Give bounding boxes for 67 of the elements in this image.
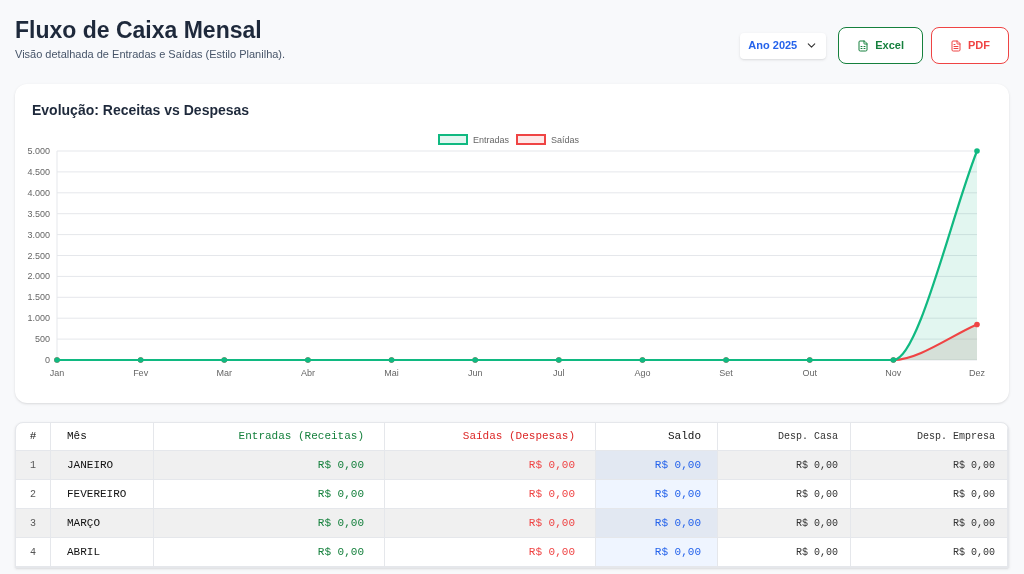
y-axis-label: 0 — [45, 355, 50, 365]
column-header: Desp. Empresa — [851, 423, 1008, 450]
legend-item[interactable]: Entradas — [438, 134, 510, 145]
table-cell: MARÇO — [51, 509, 154, 537]
table-cell: R$ 0,00 — [718, 480, 851, 508]
table-cell: ABRIL — [51, 538, 154, 566]
y-axis-label: 1.500 — [27, 292, 50, 303]
y-axis-label: 3.500 — [27, 208, 50, 219]
x-axis-label: Jul — [553, 368, 565, 378]
y-axis-label: 4.500 — [27, 166, 50, 177]
table-cell: R$ 0,00 — [596, 480, 718, 508]
x-axis-label: Mai — [384, 368, 399, 378]
x-axis-label: Ago — [634, 368, 651, 378]
document-icon — [950, 39, 962, 52]
y-axis-label: 2.000 — [27, 271, 50, 282]
chart-title: Evolução: Receitas vs Despesas — [32, 101, 251, 120]
x-axis-label: Jun — [467, 368, 483, 378]
page-title: Fluxo de Caixa Mensal — [15, 16, 263, 44]
legend-label: Saídas — [551, 135, 580, 145]
table-cell: R$ 0,00 — [154, 509, 385, 537]
table-cell: R$ 0,00 — [718, 509, 851, 537]
column-header: Saldo — [596, 423, 718, 450]
page-subtitle: Visão detalhada de Entradas e Saídas (Estilo Planilha). — [15, 47, 286, 62]
table-cell: FEVEREIRO — [51, 480, 154, 508]
table-cell: R$ 0,00 — [851, 509, 1008, 537]
table-cell: JANEIRO — [51, 451, 154, 479]
excel-button[interactable]: Excel — [838, 27, 923, 64]
x-axis-label: Dez — [969, 368, 985, 378]
table-cell: R$ 0,00 — [596, 509, 718, 537]
table-cell: 3 — [16, 509, 51, 537]
table-cell: R$ 0,00 — [851, 480, 1008, 508]
table-cell: R$ 0,00 — [718, 451, 851, 479]
data-point — [974, 148, 980, 154]
column-header: # — [16, 423, 51, 450]
column-header: Entradas (Receitas) — [154, 423, 385, 450]
x-axis-label: Set — [719, 368, 733, 378]
y-axis-label: 3.000 — [27, 229, 50, 240]
table-cell: R$ 0,00 — [596, 451, 718, 479]
table-cell: R$ 0,00 — [154, 451, 385, 479]
x-axis-label: Abr — [300, 368, 315, 378]
column-header: Saídas (Despesas) — [385, 423, 596, 450]
x-axis-label: Nov — [885, 368, 902, 378]
table-cell: R$ 0,00 — [718, 538, 851, 566]
table-cell: 2 — [16, 480, 51, 508]
legend-label: Entradas — [473, 135, 510, 145]
year-select[interactable]: Ano 2025 — [740, 32, 827, 59]
table-cell: R$ 0,00 — [154, 538, 385, 566]
y-axis-label: 5.000 — [27, 146, 50, 156]
column-header: Desp. Casa — [718, 423, 851, 450]
table-cell: R$ 0,00 — [851, 451, 1008, 479]
x-axis-label: Mar — [216, 368, 232, 378]
document-icon — [857, 39, 870, 52]
y-axis-label: 1.000 — [27, 313, 50, 324]
y-axis-label: 2.500 — [27, 250, 50, 261]
pdf-button[interactable]: PDF — [931, 27, 1009, 64]
table-cell: 4 — [16, 538, 51, 566]
x-axis-label: Out — [802, 368, 817, 378]
table-cell: R$ 0,00 — [154, 480, 385, 508]
legend-item[interactable]: Saídas — [516, 134, 580, 145]
y-axis-label: 500 — [34, 334, 50, 345]
column-header: Mês — [51, 423, 154, 450]
x-axis-label: Fev — [133, 368, 149, 378]
x-axis-label: Jan — [49, 368, 65, 378]
table-cell: 1 — [16, 451, 51, 479]
table-cell: R$ 0,00 — [851, 538, 1008, 566]
y-axis-label: 4.000 — [27, 187, 50, 198]
table-cell: R$ 0,00 — [596, 538, 718, 566]
